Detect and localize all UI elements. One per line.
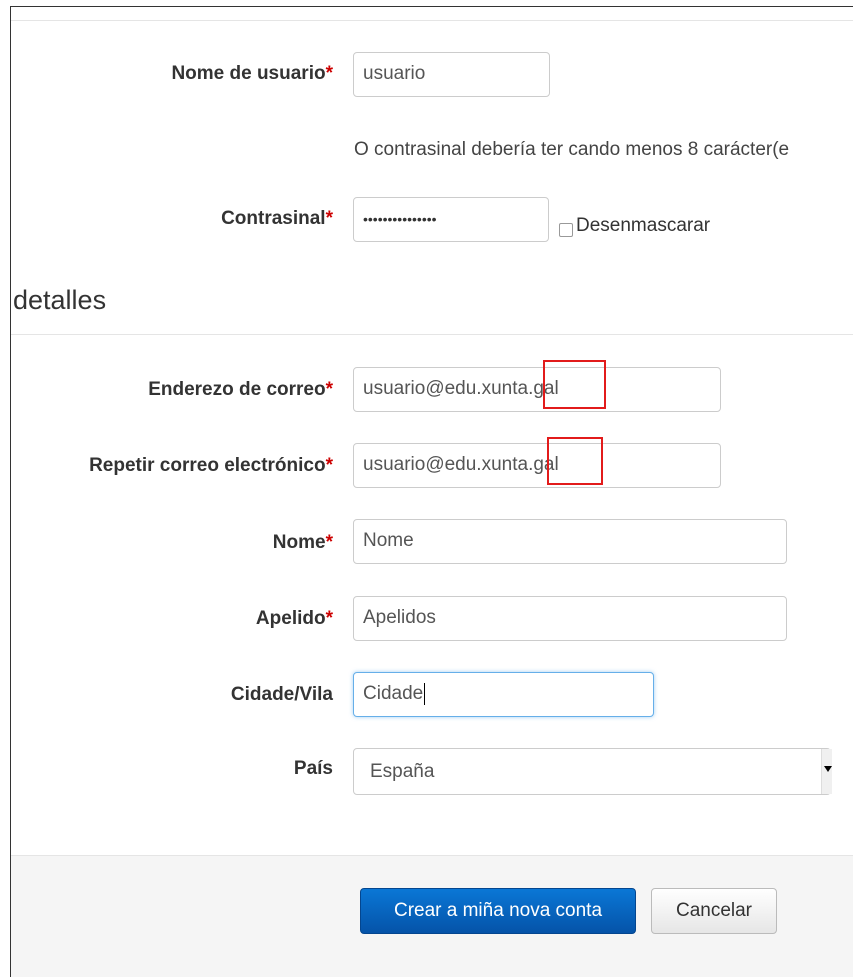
- city-label: Cidade/Vila: [230, 684, 333, 705]
- unmask-label: Desenmascarar: [576, 215, 711, 236]
- highlight-box: [547, 437, 603, 485]
- highlight-box: [543, 360, 606, 409]
- firstname-label: Nome*: [272, 532, 333, 553]
- top-divider: [11, 20, 853, 21]
- lastname-input[interactable]: Apelidos: [353, 596, 787, 641]
- dropdown-arrow-icon[interactable]: [821, 749, 832, 794]
- country-label: País: [293, 758, 333, 779]
- lastname-label: Apelido*: [255, 608, 333, 629]
- email-repeat-input[interactable]: usuario@edu.xunta.gal: [353, 443, 721, 488]
- password-hint: O contrasinal debería ter cando menos 8 …: [354, 139, 790, 160]
- city-input[interactable]: Cidade: [353, 672, 654, 717]
- signup-form-frame: Nome de usuario* usuario O contrasinal d…: [10, 6, 853, 977]
- section-title: detalles: [13, 285, 107, 315]
- cancel-button[interactable]: Cancelar: [651, 888, 777, 934]
- firstname-input[interactable]: Nome: [353, 519, 787, 564]
- password-input[interactable]: •••••••••••••••: [353, 197, 549, 242]
- email-input[interactable]: usuario@edu.xunta.gal: [353, 367, 721, 412]
- email-repeat-label: Repetir correo electrónico*: [89, 455, 333, 476]
- unmask-checkbox[interactable]: [559, 223, 573, 237]
- country-select[interactable]: España: [353, 748, 831, 795]
- text-caret: [424, 682, 426, 705]
- username-input[interactable]: usuario: [353, 52, 550, 97]
- create-account-button[interactable]: Crear a miña nova conta: [360, 888, 636, 934]
- username-label: Nome de usuario*: [171, 63, 333, 84]
- email-label: Enderezo de correo*: [148, 379, 333, 400]
- password-label: Contrasinal*: [221, 208, 333, 229]
- section-divider: [11, 334, 853, 335]
